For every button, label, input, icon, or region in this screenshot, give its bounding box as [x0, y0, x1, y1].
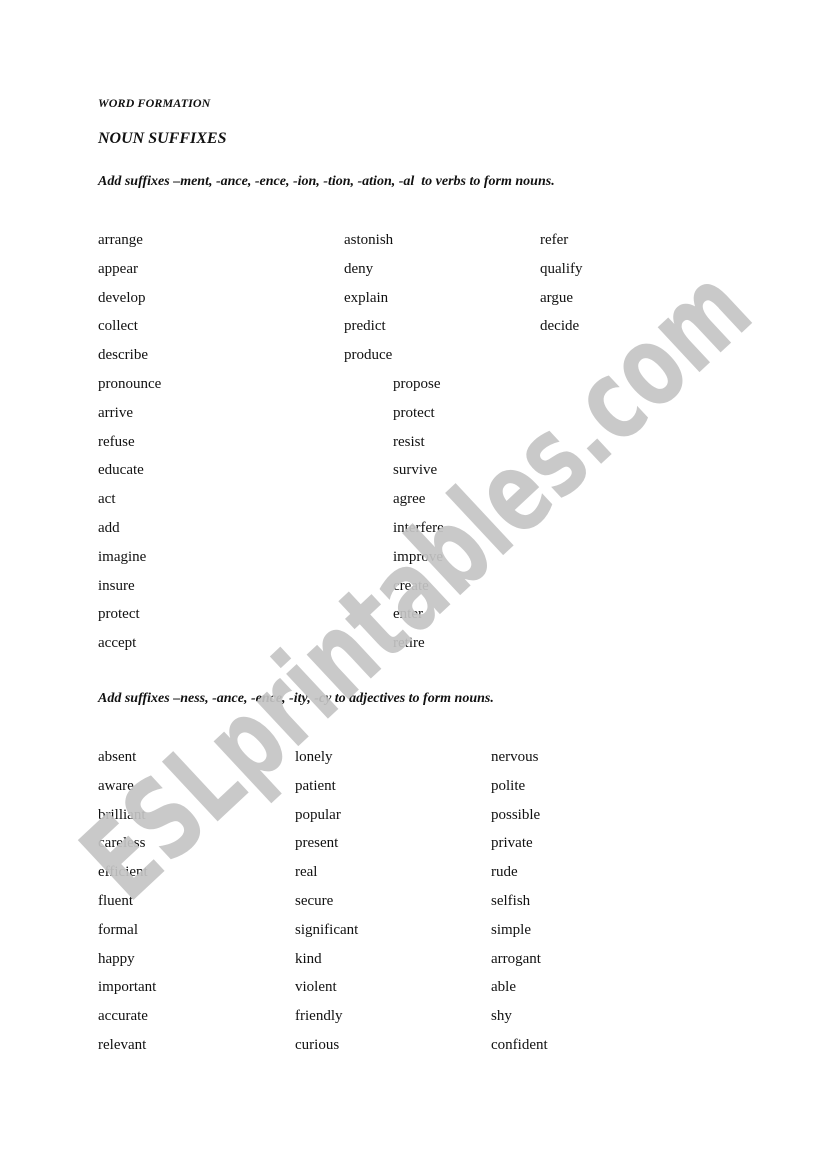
- word-item: selfish: [491, 893, 531, 909]
- word-item: efficient: [98, 864, 148, 881]
- word-item: qualify: [540, 260, 583, 277]
- word-item: aware: [98, 777, 134, 794]
- word-item: significant: [295, 921, 359, 938]
- word-item: arrange: [98, 232, 143, 248]
- word-item: predict: [344, 318, 386, 335]
- word-item: fluent: [98, 893, 133, 909]
- word-item: violent: [295, 979, 337, 996]
- word-item: absent: [98, 749, 137, 765]
- word-item: interfere: [393, 520, 444, 536]
- word-item: popular: [295, 806, 341, 823]
- word-item: act: [98, 491, 116, 508]
- word-item: accept: [98, 635, 137, 652]
- word-item: arrogant: [491, 950, 541, 967]
- word-item: deny: [344, 260, 374, 277]
- word-item: nervous: [491, 749, 539, 765]
- instruction-verbs: Add suffixes –ment, -ance, -ence, -ion, …: [98, 174, 555, 189]
- word-item: lonely: [295, 749, 333, 765]
- word-item: survive: [393, 462, 438, 479]
- word-item: shy: [491, 1008, 512, 1025]
- word-item: private: [491, 835, 533, 852]
- worksheet-page: WORD FORMATION NOUN SUFFIXES Add suffixe…: [0, 0, 821, 1169]
- word-item: formal: [98, 921, 138, 938]
- word-item: real: [295, 864, 318, 881]
- word-item: refer: [540, 232, 569, 248]
- word-item: important: [98, 979, 157, 996]
- instruction-adjectives: Add suffixes –ness, -ance, -ence, -ity, …: [98, 691, 494, 706]
- word-item: refuse: [98, 433, 135, 450]
- word-item: confident: [491, 1037, 548, 1053]
- word-item: protect: [98, 606, 140, 623]
- word-item: collect: [98, 318, 138, 335]
- word-item: present: [295, 835, 339, 852]
- word-item: curious: [295, 1037, 340, 1053]
- word-item: pronounce: [98, 376, 162, 392]
- word-item: protect: [393, 404, 435, 421]
- header-word-formation: WORD FORMATION: [98, 96, 211, 110]
- word-item: describe: [98, 347, 148, 364]
- word-item: careless: [98, 835, 146, 852]
- word-item: resist: [393, 433, 425, 450]
- word-item: rude: [491, 864, 518, 881]
- word-item: secure: [295, 893, 334, 909]
- word-item: enter: [393, 606, 423, 623]
- word-item: decide: [540, 318, 580, 335]
- word-item: insure: [98, 577, 135, 594]
- word-item: simple: [491, 921, 531, 938]
- word-item: agree: [393, 491, 426, 508]
- word-item: retire: [393, 635, 425, 652]
- word-item: astonish: [344, 232, 394, 248]
- word-item: improve: [393, 548, 443, 565]
- word-item: patient: [295, 777, 336, 794]
- word-item: produce: [344, 347, 393, 364]
- word-item: appear: [98, 260, 138, 277]
- word-item: possible: [491, 806, 541, 823]
- word-item: arrive: [98, 404, 133, 421]
- word-item: kind: [295, 950, 322, 967]
- word-item: polite: [491, 777, 526, 794]
- word-item: imagine: [98, 548, 147, 565]
- word-item: propose: [393, 376, 441, 392]
- word-item: accurate: [98, 1008, 148, 1025]
- word-item: argue: [540, 289, 574, 306]
- word-item: create: [393, 577, 429, 594]
- word-item: relevant: [98, 1037, 147, 1053]
- word-item: brilliant: [98, 806, 146, 823]
- word-item: explain: [344, 289, 389, 306]
- page-title: NOUN SUFFIXES: [98, 130, 227, 147]
- word-item: happy: [98, 950, 135, 967]
- word-item: educate: [98, 462, 144, 479]
- word-item: friendly: [295, 1008, 343, 1025]
- word-item: develop: [98, 289, 146, 306]
- word-item: add: [98, 520, 120, 536]
- word-item: able: [491, 979, 516, 996]
